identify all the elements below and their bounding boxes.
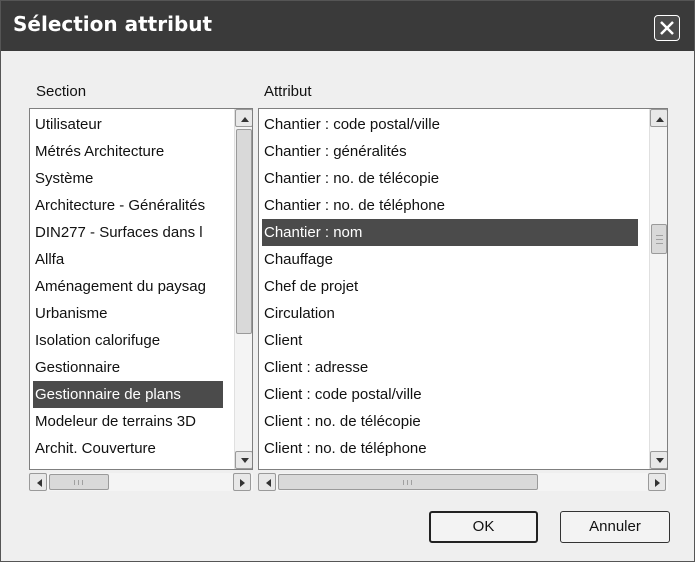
section-scroll-right-button[interactable] xyxy=(233,473,251,491)
attribut-scroll-up-button[interactable] xyxy=(650,109,667,127)
attribut-scroll-left-button[interactable] xyxy=(258,473,276,491)
attribut-listbox[interactable]: Chantier : code postal/ville Chantier : g… xyxy=(258,108,668,470)
attribut-list-item[interactable]: Client : no. de téléphone xyxy=(262,435,638,462)
attribut-list-item[interactable]: Chantier : nom xyxy=(262,219,638,246)
section-list-item[interactable]: Aménagement du paysag xyxy=(33,273,223,300)
grip-line xyxy=(656,239,663,240)
attribut-list-item[interactable]: Chantier : généralités xyxy=(262,138,638,165)
grip-line xyxy=(411,480,412,485)
section-label: Section xyxy=(36,83,87,100)
section-list-item[interactable]: Architecture - Généralités xyxy=(33,192,223,219)
section-hscroll-thumb[interactable] xyxy=(49,474,109,490)
section-vertical-scrollbar[interactable] xyxy=(234,109,252,469)
attribut-list-item[interactable]: Client : no. de télécopie xyxy=(262,408,638,435)
section-listbox[interactable]: Utilisateur Métrés Architecture Système Arc… xyxy=(29,108,253,470)
section-scroll-down-button[interactable] xyxy=(235,451,252,469)
scroll-left-arrow-icon xyxy=(266,479,271,487)
attribut-horizontal-scrollbar[interactable] xyxy=(258,473,668,491)
cancel-button[interactable]: Annuler xyxy=(560,511,670,543)
scroll-right-arrow-icon xyxy=(655,479,660,487)
grip-line xyxy=(403,480,404,485)
close-button[interactable] xyxy=(654,15,680,41)
section-list-item[interactable]: Archit. Couverture xyxy=(33,435,223,462)
attribut-hscroll-thumb[interactable] xyxy=(278,474,538,490)
section-list-item[interactable]: Utilisateur xyxy=(33,111,223,138)
section-scroll-thumb[interactable] xyxy=(236,129,252,334)
selection-attribut-dialog: Sélection attribut Section Utilisateur Mé… xyxy=(0,0,695,562)
scroll-left-arrow-icon xyxy=(37,479,42,487)
close-icon xyxy=(660,21,674,35)
grip-line xyxy=(656,243,663,244)
section-scroll-left-button[interactable] xyxy=(29,473,47,491)
attribut-vertical-scrollbar[interactable] xyxy=(649,109,667,469)
attribut-list-item[interactable]: Chantier : no. de téléphone xyxy=(262,192,638,219)
section-list-item[interactable]: Urbanisme xyxy=(33,300,223,327)
grip-line xyxy=(78,480,79,485)
scroll-up-arrow-icon xyxy=(241,117,249,122)
attribut-list-item[interactable]: Client xyxy=(262,327,638,354)
section-list-item[interactable]: Modeleur de terrains 3D xyxy=(33,408,223,435)
grip-line xyxy=(82,480,83,485)
grip-line xyxy=(407,480,408,485)
attribut-list-item[interactable]: Chauffage xyxy=(262,246,638,273)
scroll-up-arrow-icon xyxy=(656,117,664,122)
section-list-item[interactable]: Gestionnaire de plans xyxy=(33,381,223,408)
section-list-item[interactable]: Allfa xyxy=(33,246,223,273)
section-list-item[interactable]: Isolation calorifuge xyxy=(33,327,223,354)
section-list-item[interactable]: Gestionnaire xyxy=(33,354,223,381)
grip-line xyxy=(74,480,75,485)
attribut-scroll-thumb[interactable] xyxy=(651,224,667,254)
attribut-list-item[interactable]: Client : adresse xyxy=(262,354,638,381)
attribut-scroll-down-button[interactable] xyxy=(650,451,667,469)
ok-button[interactable]: OK xyxy=(429,511,538,543)
scroll-down-arrow-icon xyxy=(241,458,249,463)
section-horizontal-scrollbar[interactable] xyxy=(29,473,253,491)
dialog-title: Sélection attribut xyxy=(13,12,213,36)
scroll-right-arrow-icon xyxy=(240,479,245,487)
attribut-list-item[interactable]: Circulation xyxy=(262,300,638,327)
attribut-list-item[interactable]: Chantier : code postal/ville xyxy=(262,111,638,138)
title-bar: Sélection attribut xyxy=(1,1,694,51)
section-scroll-up-button[interactable] xyxy=(235,109,252,127)
scroll-down-arrow-icon xyxy=(656,458,664,463)
attribut-label: Attribut xyxy=(264,83,312,100)
attribut-list-item[interactable]: Chantier : no. de télécopie xyxy=(262,165,638,192)
section-list-item[interactable]: DIN277 - Surfaces dans l xyxy=(33,219,223,246)
attribut-list-item[interactable]: Client : code postal/ville xyxy=(262,381,638,408)
section-list-item[interactable]: Métrés Architecture xyxy=(33,138,223,165)
attribut-scroll-right-button[interactable] xyxy=(648,473,666,491)
section-list-item[interactable]: Système xyxy=(33,165,223,192)
grip-line xyxy=(656,235,663,236)
attribut-list-item[interactable]: Chef de projet xyxy=(262,273,638,300)
